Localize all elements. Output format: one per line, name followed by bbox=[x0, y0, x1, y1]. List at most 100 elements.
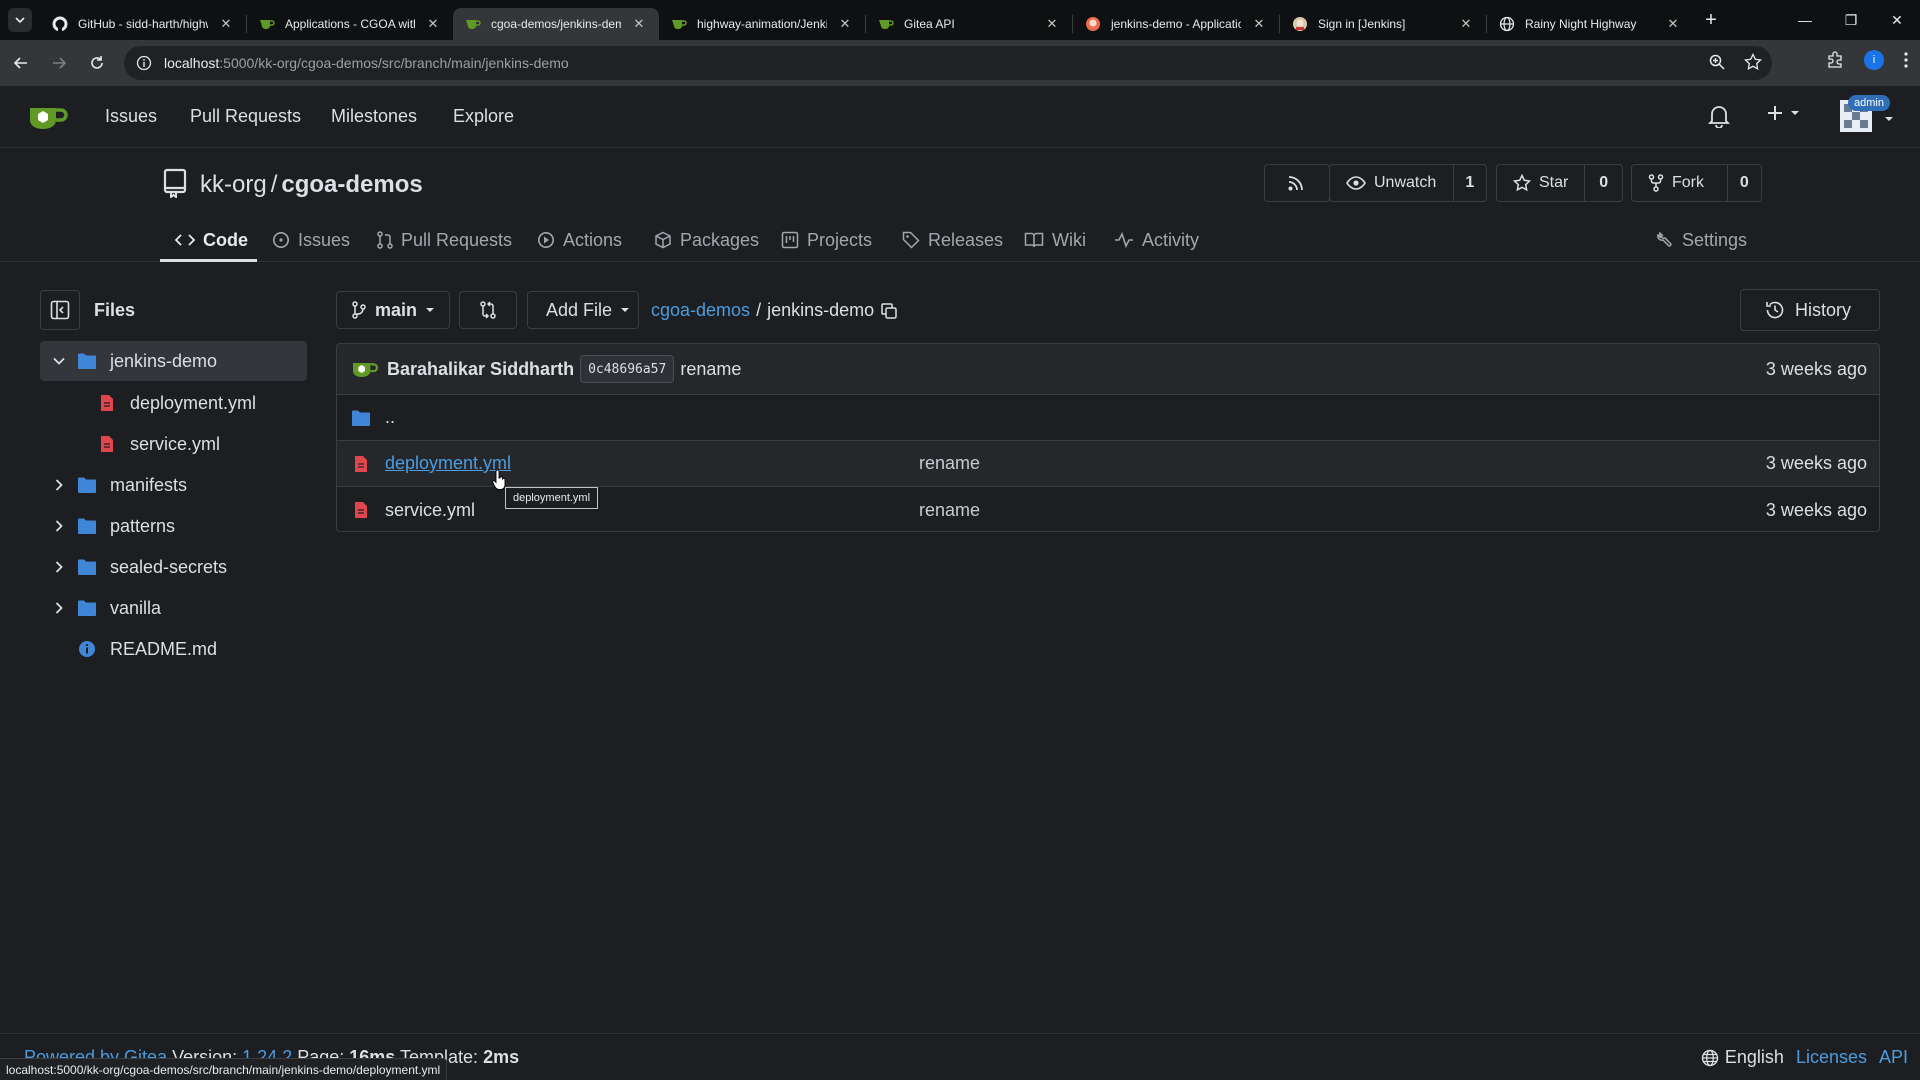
commit-message[interactable]: rename bbox=[680, 359, 741, 380]
branch-selector[interactable]: main bbox=[336, 291, 450, 329]
tab-search-button[interactable] bbox=[8, 8, 32, 32]
toggle-file-tree-button[interactable] bbox=[40, 290, 80, 330]
repo-name-link[interactable]: cgoa-demos bbox=[281, 171, 422, 198]
site-info-icon[interactable] bbox=[134, 53, 154, 73]
browser-tab-7[interactable]: Rainy Night Highway ✕ bbox=[1487, 8, 1693, 40]
nav-issues[interactable]: Issues bbox=[105, 106, 157, 127]
rss-button[interactable] bbox=[1264, 164, 1330, 202]
gitea-logo-icon bbox=[30, 108, 68, 129]
tree-item-deployment-yml[interactable]: deployment.yml bbox=[40, 383, 307, 423]
api-link[interactable]: API bbox=[1879, 1047, 1908, 1068]
browser-tab-4[interactable]: Gitea API ✕ bbox=[866, 8, 1072, 40]
close-icon[interactable]: ✕ bbox=[218, 16, 234, 32]
folder-icon bbox=[78, 518, 96, 534]
fork-button[interactable]: Fork bbox=[1632, 165, 1727, 201]
rss-icon bbox=[1288, 176, 1303, 191]
reload-button[interactable] bbox=[80, 46, 114, 80]
author-avatar[interactable] bbox=[351, 359, 379, 379]
close-icon[interactable]: ✕ bbox=[1458, 16, 1474, 32]
address-bar[interactable]: localhost:5000/kk-org/cgoa-demos/src/bra… bbox=[124, 46, 1772, 80]
breadcrumb-repo-link[interactable]: cgoa-demos bbox=[651, 300, 750, 321]
forward-button[interactable] bbox=[42, 46, 76, 80]
tab-actions[interactable]: Actions bbox=[537, 226, 622, 254]
close-icon[interactable]: ✕ bbox=[1665, 16, 1681, 32]
tree-item-patterns[interactable]: patterns bbox=[40, 506, 307, 546]
caret-down-icon[interactable] bbox=[1884, 114, 1894, 124]
restore-icon[interactable]: ❐ bbox=[1828, 0, 1874, 40]
tab-title: cgoa-demos/jenkins-dem bbox=[491, 17, 621, 31]
file-commit-message[interactable]: rename bbox=[919, 453, 980, 474]
fork-count[interactable]: 0 bbox=[1726, 165, 1761, 201]
tree-item-readme[interactable]: README.md bbox=[40, 629, 307, 669]
tab-pull-requests[interactable]: Pull Requests bbox=[377, 226, 512, 254]
close-icon[interactable]: ✕ bbox=[1044, 16, 1060, 32]
file-row-deployment-yml[interactable]: deployment.yml rename 3 weeks ago bbox=[337, 441, 1879, 487]
file-link[interactable]: service.yml bbox=[385, 500, 475, 521]
create-new-dropdown[interactable] bbox=[1766, 104, 1800, 122]
package-icon bbox=[655, 231, 671, 249]
play-circle-icon bbox=[538, 232, 554, 248]
nav-pull-requests[interactable]: Pull Requests bbox=[190, 106, 301, 127]
tab-title: highway-animation/Jenki bbox=[697, 17, 827, 31]
tab-packages[interactable]: Packages bbox=[654, 226, 759, 254]
unwatch-button[interactable]: Unwatch bbox=[1330, 165, 1453, 201]
tab-projects[interactable]: Projects bbox=[781, 226, 872, 254]
gitea-logo[interactable] bbox=[28, 102, 68, 132]
tree-item-manifests[interactable]: manifests bbox=[40, 465, 307, 505]
bookmark-star-icon[interactable] bbox=[1744, 53, 1762, 71]
tree-item-vanilla[interactable]: vanilla bbox=[40, 588, 307, 628]
browser-tab-0[interactable]: GitHub - sidd-harth/highwa ✕ bbox=[40, 8, 246, 40]
nav-milestones[interactable]: Milestones bbox=[331, 106, 417, 127]
language-selector[interactable]: English bbox=[1701, 1047, 1784, 1068]
minimize-icon[interactable]: — bbox=[1782, 0, 1828, 40]
tab-activity[interactable]: Activity bbox=[1114, 226, 1199, 254]
commit-sha[interactable]: 0c48696a57 bbox=[580, 355, 675, 383]
chevron-right-icon bbox=[55, 520, 63, 532]
argo-icon bbox=[1086, 17, 1100, 31]
close-icon[interactable]: ✕ bbox=[425, 16, 441, 32]
tree-item-sealed-secrets[interactable]: sealed-secrets bbox=[40, 547, 307, 587]
tab-code[interactable]: Code bbox=[175, 226, 248, 254]
star-button[interactable]: Star bbox=[1497, 165, 1584, 201]
file-tree-title: Files bbox=[94, 299, 136, 320]
browser-tab-6[interactable]: Sign in [Jenkins] ✕ bbox=[1280, 8, 1486, 40]
browser-tab-1[interactable]: Applications - CGOA with ✕ bbox=[247, 8, 453, 40]
close-window-icon[interactable]: ✕ bbox=[1874, 0, 1920, 40]
tab-issues[interactable]: Issues bbox=[272, 226, 350, 254]
tab-releases[interactable]: Releases bbox=[902, 226, 1003, 254]
tab-wiki[interactable]: Wiki bbox=[1024, 226, 1086, 254]
folder-icon bbox=[78, 353, 96, 369]
parent-dir-row[interactable]: .. bbox=[337, 395, 1879, 441]
profile-avatar[interactable]: i bbox=[1864, 50, 1884, 70]
star-count[interactable]: 0 bbox=[1584, 165, 1622, 201]
back-button[interactable] bbox=[4, 46, 38, 80]
file-commit-time: 3 weeks ago bbox=[1765, 453, 1867, 473]
close-icon[interactable]: ✕ bbox=[631, 16, 647, 32]
tab-settings[interactable]: Settings bbox=[1656, 226, 1747, 254]
tree-item-jenkins-demo[interactable]: jenkins-demo bbox=[40, 341, 307, 381]
copy-icon[interactable] bbox=[880, 302, 898, 320]
commit-author[interactable]: Barahalikar Siddharth bbox=[387, 359, 574, 380]
info-icon bbox=[79, 641, 95, 657]
file-commit-message[interactable]: rename bbox=[919, 500, 980, 521]
licenses-link[interactable]: Licenses bbox=[1796, 1047, 1867, 1068]
compare-button[interactable] bbox=[459, 291, 517, 329]
close-icon[interactable]: ✕ bbox=[1251, 16, 1267, 32]
close-icon[interactable]: ✕ bbox=[837, 16, 853, 32]
zoom-icon[interactable] bbox=[1708, 53, 1726, 71]
browser-tab-3[interactable]: highway-animation/Jenki ✕ bbox=[659, 8, 865, 40]
history-button[interactable]: History bbox=[1740, 289, 1880, 331]
new-tab-button[interactable]: + bbox=[1697, 6, 1725, 34]
gitea-navbar: Issues Pull Requests Milestones Explore bbox=[0, 86, 1920, 148]
tree-item-service-yml[interactable]: service.yml bbox=[40, 424, 307, 464]
folder-icon bbox=[78, 559, 96, 575]
browser-tab-2[interactable]: cgoa-demos/jenkins-dem ✕ bbox=[453, 8, 659, 40]
watch-count[interactable]: 1 bbox=[1452, 165, 1486, 201]
notifications-bell-icon[interactable] bbox=[1708, 104, 1730, 128]
menu-kebab-icon[interactable] bbox=[1904, 52, 1908, 68]
extensions-icon[interactable] bbox=[1826, 51, 1844, 69]
repo-owner-link[interactable]: kk-org bbox=[200, 171, 267, 198]
browser-tab-5[interactable]: jenkins-demo - Applicatio ✕ bbox=[1073, 8, 1279, 40]
add-file-dropdown[interactable]: Add File bbox=[527, 291, 639, 329]
nav-explore[interactable]: Explore bbox=[453, 106, 514, 127]
